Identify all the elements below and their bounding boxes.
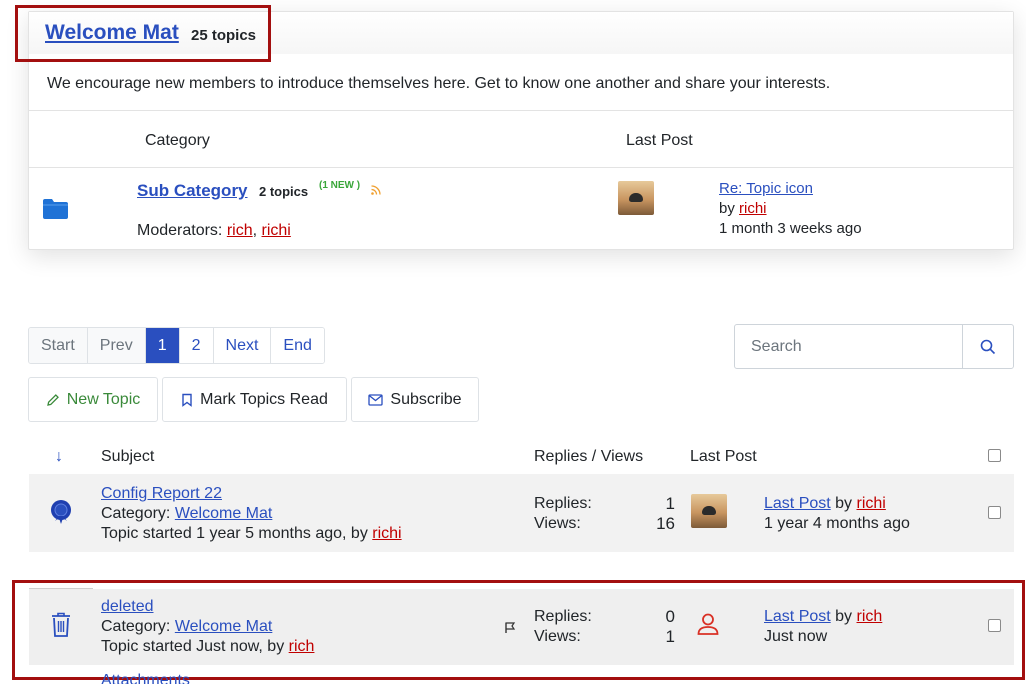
topic-title-link[interactable]: Config Report 22 xyxy=(101,485,222,503)
separator: , xyxy=(252,222,258,239)
moderator-link[interactable]: rich xyxy=(227,222,253,239)
rss-icon[interactable] xyxy=(371,185,381,195)
author-link[interactable]: richi xyxy=(739,200,767,217)
column-header-replies-views: Replies / Views xyxy=(534,448,644,465)
column-header-last-post: Last Post xyxy=(626,132,693,149)
topic-started-text: Topic started 1 year 5 months ago, by xyxy=(101,525,368,542)
subscribe-label: Subscribe xyxy=(390,390,462,408)
ribbon-icon xyxy=(51,500,71,524)
subcategory-topic-count: 2 topics xyxy=(259,184,309,199)
new-badge: (1 NEW ) xyxy=(319,180,361,191)
category-link[interactable]: Welcome Mat xyxy=(175,505,273,522)
author-link[interactable]: richi xyxy=(857,495,886,512)
topic-category: Category: Welcome Mat xyxy=(101,505,272,523)
topic-select-checkbox[interactable] xyxy=(988,506,1001,519)
category-label: Category: xyxy=(101,505,171,522)
topic-title-link[interactable]: Attachments xyxy=(101,672,190,684)
page-next[interactable]: Next xyxy=(213,328,272,363)
author-link[interactable]: richi xyxy=(372,525,401,542)
page-end[interactable]: End xyxy=(271,328,324,363)
moderators-label: Moderators: xyxy=(137,222,223,239)
divider xyxy=(29,167,1013,168)
envelope-icon xyxy=(368,393,384,406)
subcategory-title-link[interactable]: Sub Category xyxy=(137,181,248,201)
new-topic-label: New Topic xyxy=(66,390,141,408)
views-label: Views: xyxy=(534,515,581,532)
page-1[interactable]: 1 xyxy=(145,328,180,363)
search-button[interactable] xyxy=(962,325,1013,368)
last-post-title-link[interactable]: Re: Topic icon xyxy=(719,180,813,197)
category-description: We encourage new members to introduce th… xyxy=(47,75,831,92)
column-header-category: Category xyxy=(145,132,210,149)
last-post-time: 1 year 4 months ago xyxy=(764,515,910,532)
new-topic-button[interactable]: New Topic xyxy=(28,377,158,422)
last-post: Last Post by richi xyxy=(764,495,886,513)
by-label: by xyxy=(835,495,853,512)
page-start[interactable]: Start xyxy=(29,328,88,363)
column-header-subject: Subject xyxy=(101,448,155,465)
sort-arrow-icon[interactable]: ↓ xyxy=(55,448,63,466)
pencil-icon xyxy=(46,393,59,406)
replies-count: 1 xyxy=(665,494,675,513)
select-all-checkbox[interactable] xyxy=(988,449,1001,462)
last-post-link[interactable]: Last Post xyxy=(764,495,831,512)
search-input[interactable] xyxy=(735,325,962,368)
moderator-link[interactable]: richi xyxy=(262,222,291,239)
mark-topics-read-label: Mark Topics Read xyxy=(200,390,328,408)
column-header-last-post: Last Post xyxy=(690,448,757,465)
mark-topics-read-button[interactable]: Mark Topics Read xyxy=(162,377,347,422)
avatar[interactable] xyxy=(691,494,727,528)
replies-label: Replies: xyxy=(534,495,592,512)
subscribe-button[interactable]: Subscribe xyxy=(351,377,479,422)
search-icon xyxy=(980,339,996,354)
last-post-time: 1 month 3 weeks ago xyxy=(719,220,862,237)
by-label: by xyxy=(719,200,735,217)
bookmark-icon xyxy=(182,393,192,407)
page-2[interactable]: 2 xyxy=(179,328,214,363)
moderators: Moderators: rich, richi xyxy=(137,222,291,240)
last-post-author: by richi xyxy=(719,200,767,217)
page-prev[interactable]: Prev xyxy=(87,328,146,363)
search-box xyxy=(734,324,1014,369)
folder-icon xyxy=(43,199,68,219)
highlight-box xyxy=(15,5,271,62)
topic-started: Topic started 1 year 5 months ago, by ri… xyxy=(101,525,402,543)
pagination: Start Prev 1 2 Next End xyxy=(28,327,325,364)
views-count: 16 xyxy=(656,514,675,533)
highlight-box xyxy=(12,580,1025,680)
divider xyxy=(29,110,1013,111)
avatar[interactable] xyxy=(618,181,654,215)
